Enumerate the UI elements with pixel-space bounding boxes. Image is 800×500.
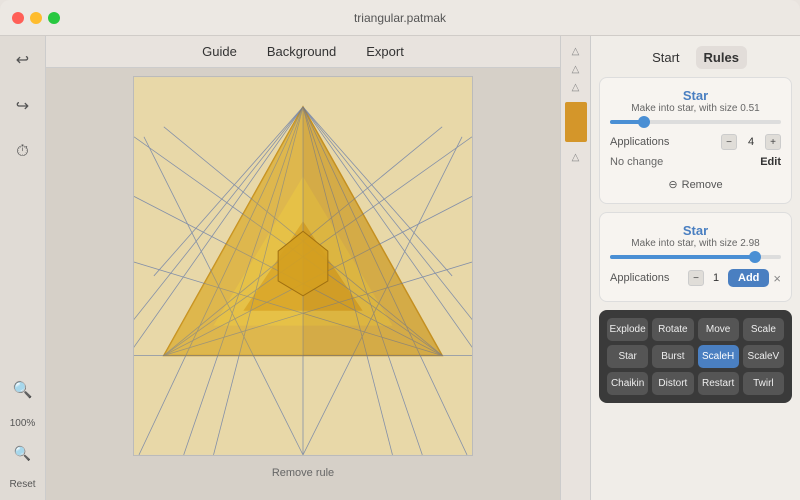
zoom-in-icon[interactable]: 🔍 xyxy=(9,376,37,404)
grid-btn-scale[interactable]: Scale xyxy=(743,318,784,341)
rule2-slider-thumb[interactable] xyxy=(749,251,761,263)
grid-btn-scalev[interactable]: ScaleV xyxy=(743,345,784,368)
close-button[interactable] xyxy=(12,12,24,24)
rule2-slider-fill xyxy=(610,255,755,259)
rule1-nochange-row: No change Edit xyxy=(610,156,781,168)
rule1-apps-row: Applications − 4 + xyxy=(610,134,781,150)
canvas-area: Guide Background Export xyxy=(46,36,560,500)
tab-rules[interactable]: Rules xyxy=(696,46,747,69)
zoom-out-icon[interactable]: 🔍 xyxy=(9,439,37,467)
strip-triangle-3[interactable]: △ xyxy=(568,80,584,94)
rule1-slider-thumb[interactable] xyxy=(638,116,650,128)
maximize-button[interactable] xyxy=(48,12,60,24)
rule1-slider[interactable] xyxy=(610,120,781,124)
grid-btn-rotate[interactable]: Rotate xyxy=(652,318,693,341)
grid-btn-explode[interactable]: Explode xyxy=(607,318,648,341)
undo-icon[interactable]: ↩ xyxy=(9,46,37,74)
sidebar: ↩ ↪ ⏱ 🔍 100% 🔍 Reset xyxy=(0,36,46,500)
grid-btn-twirl[interactable]: Twirl xyxy=(743,372,784,395)
rule2-apps-value: 1 xyxy=(708,272,724,284)
rule2-title: Star xyxy=(610,223,781,238)
rule1-stepper: − 4 + xyxy=(721,134,781,150)
rule1-increment[interactable]: + xyxy=(765,134,781,150)
pattern-svg xyxy=(134,77,472,455)
strip-triangle-4[interactable]: △ xyxy=(568,150,584,164)
toolbar: Guide Background Export xyxy=(46,36,560,68)
remove-icon: ⊖ xyxy=(668,178,677,191)
rule1-decrement[interactable]: − xyxy=(721,134,737,150)
history-icon[interactable]: ⏱ xyxy=(9,138,37,166)
redo-icon[interactable]: ↪ xyxy=(9,92,37,120)
rule2-desc: Make into star, with size 2.98 xyxy=(610,238,781,249)
main-layout: ↩ ↪ ⏱ 🔍 100% 🔍 Reset Guide Background Ex… xyxy=(0,36,800,500)
grid-btn-scaleh[interactable]: ScaleH xyxy=(698,345,739,368)
grid-btn-chaikin[interactable]: Chaikin xyxy=(607,372,648,395)
strip-triangle-1[interactable]: △ xyxy=(568,44,584,58)
toolbar-background[interactable]: Background xyxy=(267,44,336,59)
tab-bar: Start Rules xyxy=(591,36,800,77)
rule1-remove-button[interactable]: ⊖ Remove xyxy=(610,176,781,193)
pattern-canvas xyxy=(133,76,473,456)
rule2-decrement[interactable]: − xyxy=(688,270,704,286)
zoom-level: 100% xyxy=(10,418,36,429)
rule1-edit-button[interactable]: Edit xyxy=(760,156,781,168)
grid-btn-restart[interactable]: Restart xyxy=(698,372,739,395)
reset-button[interactable]: Reset xyxy=(9,479,35,490)
window-title: triangular.patmak xyxy=(354,11,446,25)
rule1-apps-label: Applications xyxy=(610,136,669,148)
rule1-remove-label: Remove xyxy=(682,179,723,191)
tab-start[interactable]: Start xyxy=(644,46,687,69)
rule2-close-button[interactable]: × xyxy=(773,271,781,286)
rule2-add-row: Applications − 1 Add × xyxy=(610,269,781,287)
rule1-desc: Make into star, with size 0.51 xyxy=(610,103,781,114)
grid-btn-distort[interactable]: Distort xyxy=(652,372,693,395)
strip-panel: △ △ △ △ xyxy=(560,36,590,500)
traffic-lights xyxy=(12,12,60,24)
grid-btn-star[interactable]: Star xyxy=(607,345,648,368)
grid-btn-burst[interactable]: Burst xyxy=(652,345,693,368)
right-panel: Start Rules Star Make into star, with si… xyxy=(590,36,800,500)
rule2-add-button[interactable]: Add xyxy=(728,269,769,287)
sidebar-bottom: 🔍 100% 🔍 Reset xyxy=(9,376,37,490)
strip-triangle-2[interactable]: △ xyxy=(568,62,584,76)
rule1-title: Star xyxy=(610,88,781,103)
rule1-apps-value: 4 xyxy=(743,136,759,148)
grid-popup: ExplodeRotateMoveScale StarBurstScaleHSca… xyxy=(599,310,792,403)
canvas-caption: Remove rule xyxy=(272,467,334,479)
rule-card-1: Star Make into star, with size 0.51 Appl… xyxy=(599,77,792,204)
rule2-slider[interactable] xyxy=(610,255,781,259)
minimize-button[interactable] xyxy=(30,12,42,24)
rule-card-2: Star Make into star, with size 2.98 Appl… xyxy=(599,212,792,302)
rule2-apps-label: Applications xyxy=(610,272,669,284)
grid-btn-move[interactable]: Move xyxy=(698,318,739,341)
toolbar-guide[interactable]: Guide xyxy=(202,44,237,59)
toolbar-export[interactable]: Export xyxy=(366,44,404,59)
rule1-nochange-label: No change xyxy=(610,156,663,168)
titlebar: triangular.patmak xyxy=(0,0,800,36)
strip-color-swatch[interactable] xyxy=(565,102,587,142)
